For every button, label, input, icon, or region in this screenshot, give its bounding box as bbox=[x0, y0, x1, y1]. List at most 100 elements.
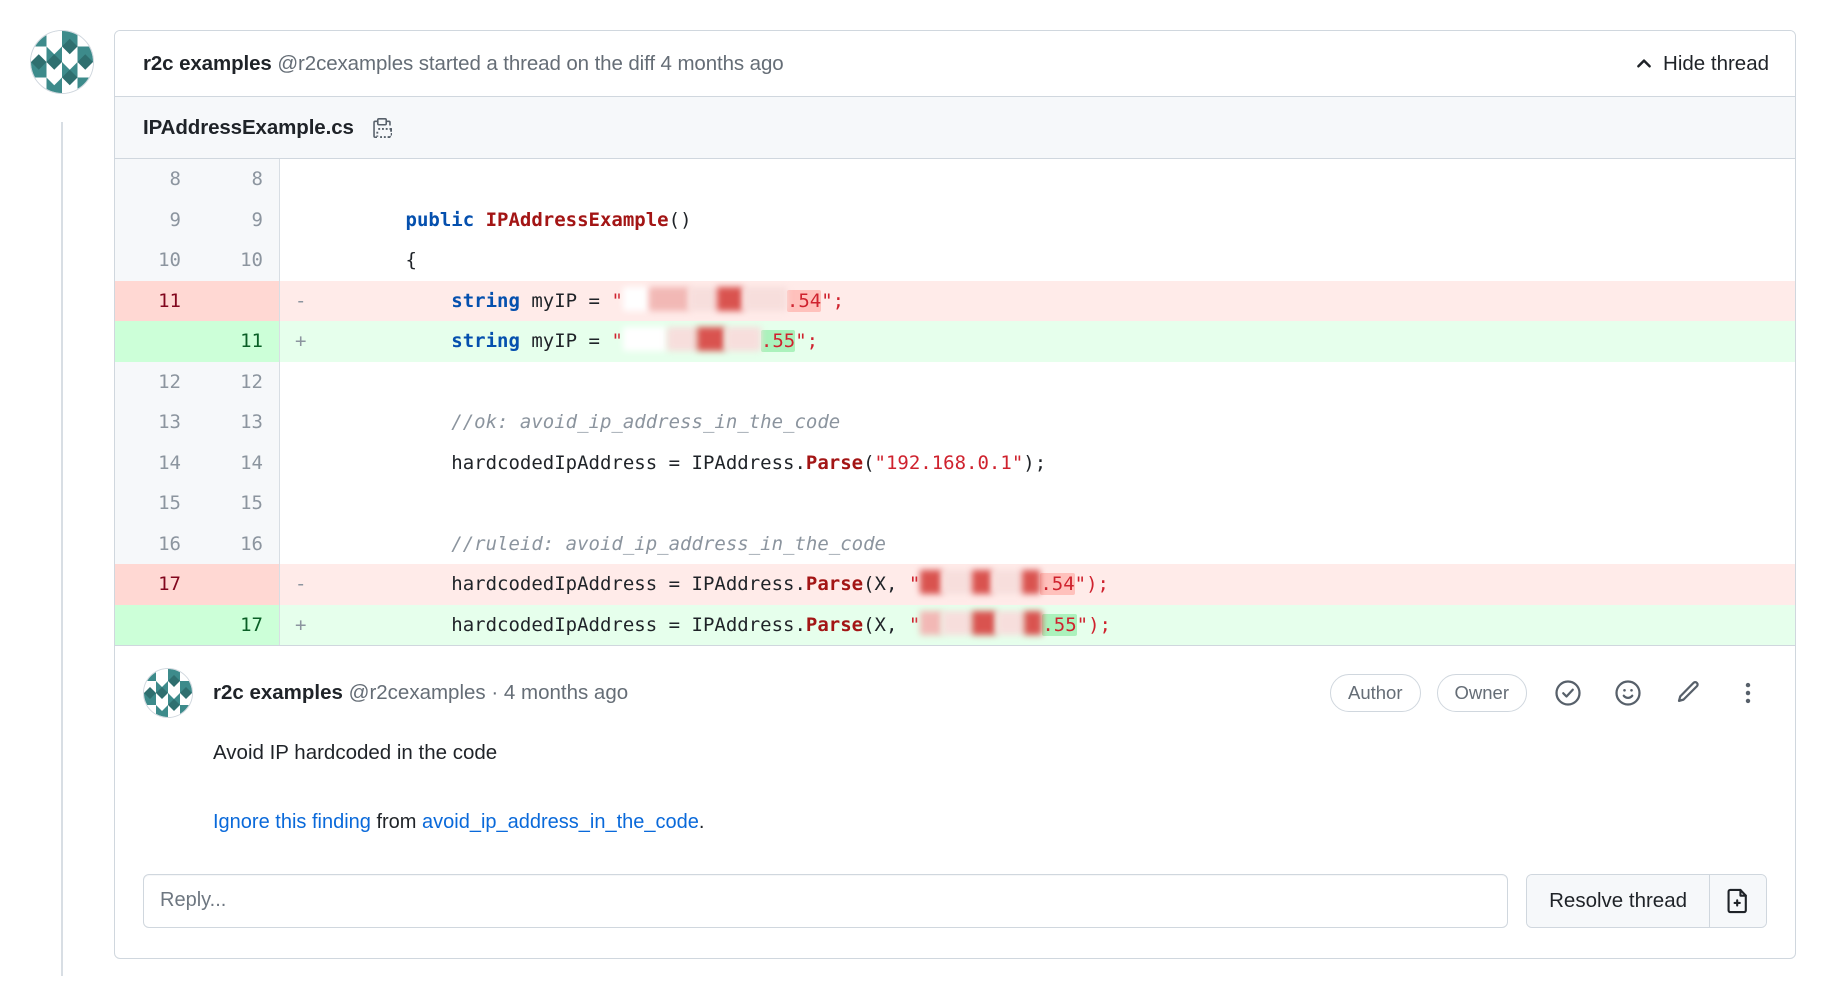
github-pr-review-thread: r2c examples @r2cexamples started a thre… bbox=[0, 0, 1826, 1006]
old-line-number: 16 bbox=[115, 524, 197, 565]
new-line-number: 13 bbox=[197, 402, 279, 443]
rule-id-link[interactable]: avoid_ip_address_in_the_code bbox=[422, 811, 699, 833]
old-line-number: 17 bbox=[115, 564, 197, 605]
comment-finding-note: Ignore this finding from avoid_ip_addres… bbox=[213, 769, 1767, 834]
code-keyword: string bbox=[451, 290, 520, 312]
code-string-quote: " bbox=[909, 614, 920, 636]
redacted-octet bbox=[697, 327, 725, 351]
diff-code-cell[interactable]: hardcodedIpAddress = IPAddress.Parse("19… bbox=[280, 443, 1795, 484]
code-function-name: Parse bbox=[806, 614, 863, 636]
thread-author-name[interactable]: r2c examples bbox=[143, 52, 272, 75]
code-text: ); bbox=[1023, 452, 1046, 474]
avatar[interactable] bbox=[30, 30, 94, 94]
ignore-finding-link[interactable]: Ignore this finding bbox=[213, 811, 371, 833]
resolve-thread-button[interactable]: Resolve thread bbox=[1527, 875, 1709, 927]
code-class-name: IPAddressExample bbox=[486, 209, 669, 231]
redacted-octet bbox=[972, 570, 992, 594]
code-string-quote: " bbox=[611, 330, 622, 352]
diff-code-cell[interactable]: public IPAddressExample() bbox=[280, 200, 1795, 241]
code-text: "; bbox=[821, 290, 844, 312]
comment-meta-separator: · bbox=[491, 681, 498, 704]
diff-marker: + bbox=[280, 321, 314, 362]
code-text: "); bbox=[1077, 614, 1111, 636]
review-thread-card: r2c examples @r2cexamples started a thre… bbox=[114, 30, 1796, 959]
badge-author: Author bbox=[1330, 674, 1421, 712]
old-line-number: 9 bbox=[115, 200, 197, 241]
comment-author-name[interactable]: r2c examples bbox=[213, 681, 343, 704]
redacted-octet bbox=[623, 327, 667, 351]
diff-code-cell[interactable] bbox=[280, 159, 1795, 200]
new-line-number: 11 bbox=[197, 321, 279, 362]
kebab-menu-icon[interactable] bbox=[1729, 674, 1767, 712]
new-line-number: 15 bbox=[197, 483, 279, 524]
redacted-octet bbox=[920, 570, 942, 594]
reply-input[interactable] bbox=[143, 874, 1508, 928]
diff-row-context-10: 10 10 { bbox=[115, 240, 1795, 281]
emoji-reaction-icon[interactable] bbox=[1609, 674, 1647, 712]
comment-meta: r2c examples @r2cexamples · 4 months ago bbox=[213, 681, 628, 705]
redacted-octet bbox=[667, 327, 697, 351]
comment-author-handle[interactable]: @r2cexamples bbox=[349, 681, 486, 704]
redacted-octet bbox=[649, 287, 689, 311]
diff-marker: - bbox=[280, 564, 314, 605]
diff-marker: + bbox=[280, 605, 314, 646]
old-line-number: 8 bbox=[115, 159, 197, 200]
diff-code-cell[interactable] bbox=[280, 362, 1795, 403]
code-comment: //ok: avoid_ip_address_in_the_code bbox=[451, 411, 840, 433]
diff-row-context-14: 14 14 hardcodedIpAddress = IPAddress.Par… bbox=[115, 443, 1795, 484]
thread-author-handle[interactable]: @r2cexamples bbox=[277, 52, 413, 75]
new-line-number bbox=[197, 281, 279, 322]
diff-code-cell[interactable]: //ok: avoid_ip_address_in_the_code bbox=[280, 402, 1795, 443]
old-line-number bbox=[115, 605, 197, 646]
diff-code-cell[interactable]: //ruleid: avoid_ip_address_in_the_code bbox=[280, 524, 1795, 565]
thread-timeline-line bbox=[61, 122, 63, 976]
diff-code-cell[interactable]: { bbox=[280, 240, 1795, 281]
badge-owner: Owner bbox=[1437, 674, 1528, 712]
code-text: myIP = bbox=[520, 290, 612, 312]
code-comment: //ruleid: avoid_ip_address_in_the_code bbox=[451, 533, 886, 555]
new-issue-icon[interactable] bbox=[1710, 875, 1766, 927]
thread-action-text: started a thread on the diff bbox=[419, 52, 655, 75]
hide-thread-button[interactable]: Hide thread bbox=[1635, 52, 1769, 76]
new-line-number: 17 bbox=[197, 605, 279, 646]
old-line-number: 10 bbox=[115, 240, 197, 281]
file-name: IPAddressExample.cs bbox=[143, 116, 354, 140]
diff-code-cell[interactable]: - string myIP = ".54"; bbox=[280, 281, 1795, 322]
note-period: . bbox=[699, 811, 705, 833]
diff-code-cell[interactable]: + string myIP = ".55"; bbox=[280, 321, 1795, 362]
chevron-up-icon bbox=[1635, 55, 1653, 73]
new-line-number: 14 bbox=[197, 443, 279, 484]
resolve-check-icon[interactable] bbox=[1549, 674, 1587, 712]
code-keyword: string bbox=[451, 330, 520, 352]
code-string-quote: " bbox=[909, 573, 920, 595]
edit-pencil-icon[interactable] bbox=[1669, 674, 1707, 712]
diff-code-cell[interactable]: - hardcodedIpAddress = IPAddress.Parse(X… bbox=[280, 564, 1795, 605]
code-text: hardcodedIpAddress = IPAddress. bbox=[451, 573, 806, 595]
diff-code-cell[interactable]: + hardcodedIpAddress = IPAddress.Parse(X… bbox=[280, 605, 1795, 646]
code-keyword: public bbox=[406, 209, 486, 231]
old-line-number: 13 bbox=[115, 402, 197, 443]
diff-row-context-16: 16 16 //ruleid: avoid_ip_address_in_the_… bbox=[115, 524, 1795, 565]
avatar[interactable] bbox=[143, 668, 193, 718]
code-function-name: Parse bbox=[806, 452, 863, 474]
old-line-number: 15 bbox=[115, 483, 197, 524]
redacted-octet bbox=[623, 287, 649, 311]
comment-header: r2c examples @r2cexamples · 4 months ago… bbox=[143, 668, 1767, 718]
comment-body: Avoid IP hardcoded in the code bbox=[213, 718, 1767, 769]
redacted-octet bbox=[992, 570, 1022, 594]
code-octet-changed: .54 bbox=[787, 290, 821, 312]
diff-row-addition-17: 17 + hardcodedIpAddress = IPAddress.Pars… bbox=[115, 605, 1795, 646]
code-text: ( bbox=[863, 452, 874, 474]
redacted-octet bbox=[942, 570, 972, 594]
code-octet-changed: .55 bbox=[761, 330, 795, 352]
diff-row-deletion-11: 11 - string myIP = ".54"; bbox=[115, 281, 1795, 322]
copy-path-icon[interactable] bbox=[372, 117, 392, 139]
code-string-quote: " bbox=[611, 290, 622, 312]
diff-row-context-13: 13 13 //ok: avoid_ip_address_in_the_code bbox=[115, 402, 1795, 443]
code-text: (X, bbox=[863, 614, 909, 636]
new-line-number: 8 bbox=[197, 159, 279, 200]
reply-row: Resolve thread bbox=[115, 834, 1795, 958]
code-text: hardcodedIpAddress = IPAddress. bbox=[451, 614, 806, 636]
diff-row-context-8: 8 8 bbox=[115, 159, 1795, 200]
diff-code-cell[interactable] bbox=[280, 483, 1795, 524]
